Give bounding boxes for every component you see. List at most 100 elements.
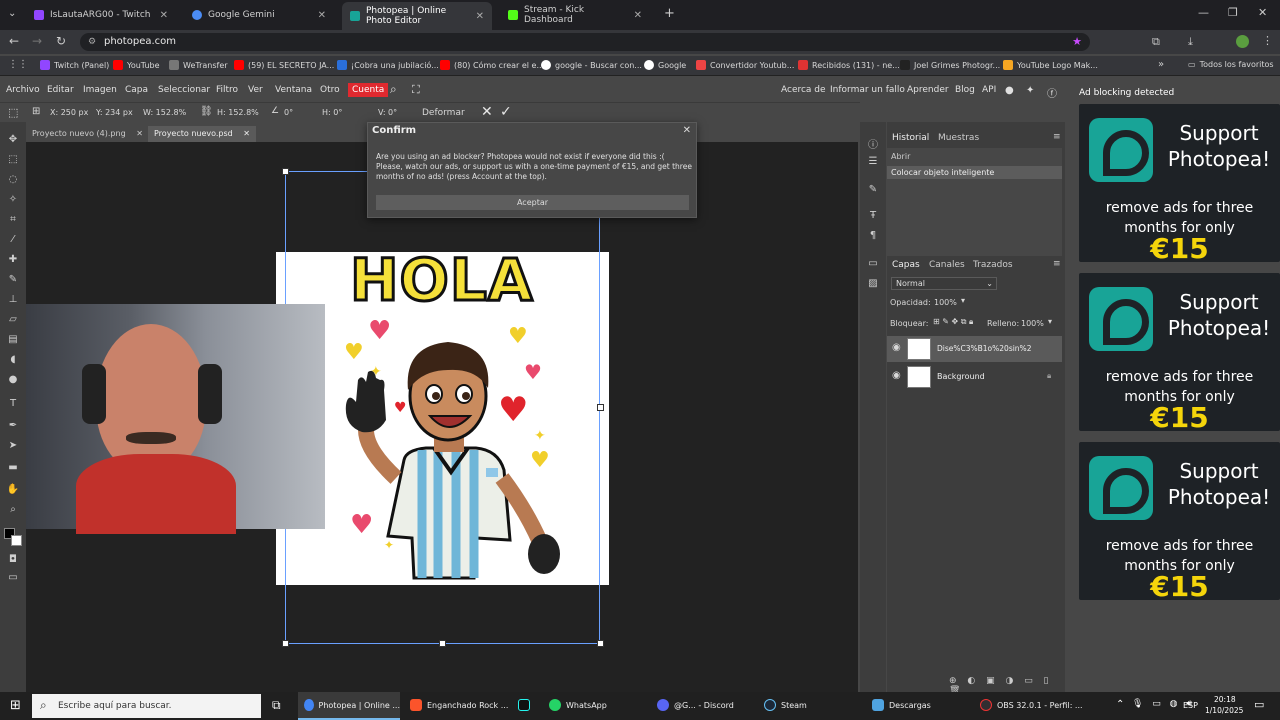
close-icon[interactable]: ✕ [476,11,484,22]
gradient-tool-icon[interactable]: ▤ [6,334,20,348]
brush-settings-icon[interactable]: ✎ [866,184,880,198]
tab-historial[interactable]: Historial [892,133,929,143]
transform-handle[interactable] [597,404,604,411]
menu-api[interactable]: API [982,85,996,95]
menu-about[interactable]: Acerca de [781,85,826,95]
y-field[interactable]: Y: 234 px [96,108,133,117]
tab-kick[interactable]: Stream - Kick Dashboard ✕ [500,4,650,26]
dropdown-arrow-icon[interactable]: ▾ [1048,317,1052,326]
menu-imagen[interactable]: Imagen [83,85,117,95]
layer-name[interactable]: Background [937,372,985,381]
new-tab-button[interactable]: + [664,6,675,21]
opacity-field[interactable]: 100% [934,298,957,307]
downloads-icon[interactable]: ⤓ [1188,35,1193,49]
healing-brush-icon[interactable]: ✚ [6,254,20,268]
bookmark-item[interactable]: Google [644,60,686,70]
link-icon[interactable]: ⛓ [200,106,213,117]
bookmark-item[interactable]: Recibidos (131) - ne... [798,60,900,70]
menu-icon[interactable]: ⋮ [1262,34,1273,47]
task-view-icon[interactable]: ⧉ [272,698,281,713]
bookmark-item[interactable]: YouTube Logo Mak... [1003,60,1098,70]
close-icon[interactable]: ✕ [683,125,691,136]
visibility-eye-icon[interactable]: ◉ [892,370,901,381]
menu-blog[interactable]: Blog [955,85,975,95]
profile-icon[interactable] [1236,35,1249,48]
pen-tool-icon[interactable]: ✒ [6,420,20,434]
move-tool-icon[interactable]: ⬚ [8,106,18,119]
marquee-tool-icon[interactable]: ⬚ [6,154,20,168]
screen-mode-icon[interactable]: ▭ [6,572,20,586]
clock-time[interactable]: 20:18 [1214,695,1236,704]
back-icon[interactable]: ← [9,34,19,48]
forward-icon[interactable]: → [32,34,42,48]
quick-mask-icon[interactable]: ◘ [6,554,20,568]
taskbar-app-tiktok[interactable] [518,699,530,711]
tab-gemini[interactable]: Google Gemini ✕ [184,4,334,26]
layer-row[interactable]: ◉ Background 🔒︎ [887,364,1062,390]
close-window-button[interactable]: ✕ [1258,6,1267,19]
tray-chevron-icon[interactable]: ⌃ [1116,699,1124,710]
crop-tool-icon[interactable]: ⌗ [6,214,20,228]
type-tool-icon[interactable]: T [6,398,20,412]
menu-capa[interactable]: Capa [125,85,148,95]
blur-tool-icon[interactable]: ◖ [6,354,20,368]
site-info-icon[interactable]: ⚙ [88,33,96,51]
menu-archivo[interactable]: Archivo [6,85,40,95]
cancel-transform-icon[interactable]: ✕ [481,104,493,120]
image-icon[interactable]: ▨ [866,278,880,292]
dropdown-arrow-icon[interactable]: ▾ [961,296,965,305]
close-icon[interactable]: ✕ [634,10,642,21]
taskbar-search-input[interactable]: ⌕ Escribe aquí para buscar. [32,694,261,718]
transform-handle[interactable] [282,640,289,647]
close-icon[interactable]: ✕ [160,10,168,21]
facebook-icon[interactable]: ⓕ [1047,85,1057,100]
angle-field[interactable]: 0° [284,108,293,117]
taskbar-app-brave[interactable]: Enganchado Rock ... [410,699,508,711]
lasso-tool-icon[interactable]: ◌ [6,174,20,188]
background-color-swatch[interactable] [11,535,22,546]
menu-learn[interactable]: Aprender [907,85,949,95]
panel-menu-icon[interactable]: ≡ [1053,259,1061,269]
menu-ver[interactable]: Ver [248,85,263,95]
tab-muestras[interactable]: Muestras [938,133,979,143]
eraser-tool-icon[interactable]: ▱ [6,314,20,328]
character-icon[interactable]: Ŧ [866,210,880,224]
taskbar-app-discord[interactable]: @G... - Discord [657,699,734,711]
hand-tool-icon[interactable]: ✋ [6,484,20,498]
reload-icon[interactable]: ↻ [56,34,66,48]
twitter-icon[interactable]: ✦ [1026,85,1034,96]
bookmark-item[interactable]: ¡Cobra una jubilació... [337,60,439,70]
extensions-icon[interactable]: ⧉ [1152,35,1160,49]
language-indicator[interactable]: ESP [1183,701,1198,710]
menu-filtro[interactable]: Filtro [216,85,238,95]
fill-field[interactable]: 100% [1021,319,1044,328]
doc-tab[interactable]: Proyecto nuevo (4).png ✕ [26,126,149,142]
bookmark-item[interactable]: Joel Grimes Photogr... [900,60,1000,70]
all-favorites[interactable]: ▭ Todos los favoritos [1188,60,1274,69]
history-item-active[interactable]: Colocar objeto inteligente [887,166,1062,179]
brush-tool-icon[interactable]: ✎ [6,274,20,288]
bookmark-item[interactable]: google - Buscar con... [541,60,642,70]
transform-handle[interactable] [439,640,446,647]
h-skew-field[interactable]: H: 0° [322,108,342,117]
clock-date[interactable]: 1/10/2025 [1205,706,1243,715]
windows-start-icon[interactable]: ⊞ [10,698,21,713]
taskbar-app-downloads[interactable]: Descargas [872,699,931,711]
star-icon[interactable]: ★ [1072,33,1082,51]
magic-wand-icon[interactable]: ✧ [6,194,20,208]
ad-card[interactable]: Support Photopea! remove ads for three m… [1079,273,1280,434]
ad-card[interactable]: Support Photopea! remove ads for three m… [1079,442,1280,603]
close-icon[interactable]: ✕ [243,129,250,138]
tab-trazados[interactable]: Trazados [973,260,1013,270]
transform-handle[interactable] [282,168,289,175]
layer-name[interactable]: Dise%C3%B1o%20sin%2 [937,344,1031,353]
ad-card[interactable]: Support Photopea! remove ads for three m… [1079,104,1280,265]
blend-mode-select[interactable]: Normal ⌄ [891,277,997,290]
w-field[interactable]: W: 152.8% [143,108,186,117]
transform-bounding-box[interactable] [285,171,600,644]
tab-capas[interactable]: Capas [892,260,920,270]
history-item[interactable]: Abrir [891,152,910,161]
properties-icon[interactable]: ☰ [866,156,880,170]
lock-icons[interactable]: ⊞ ✎ ✥ ⧉ 🔒︎ [933,317,973,327]
commit-transform-icon[interactable]: ✓ [500,104,512,120]
